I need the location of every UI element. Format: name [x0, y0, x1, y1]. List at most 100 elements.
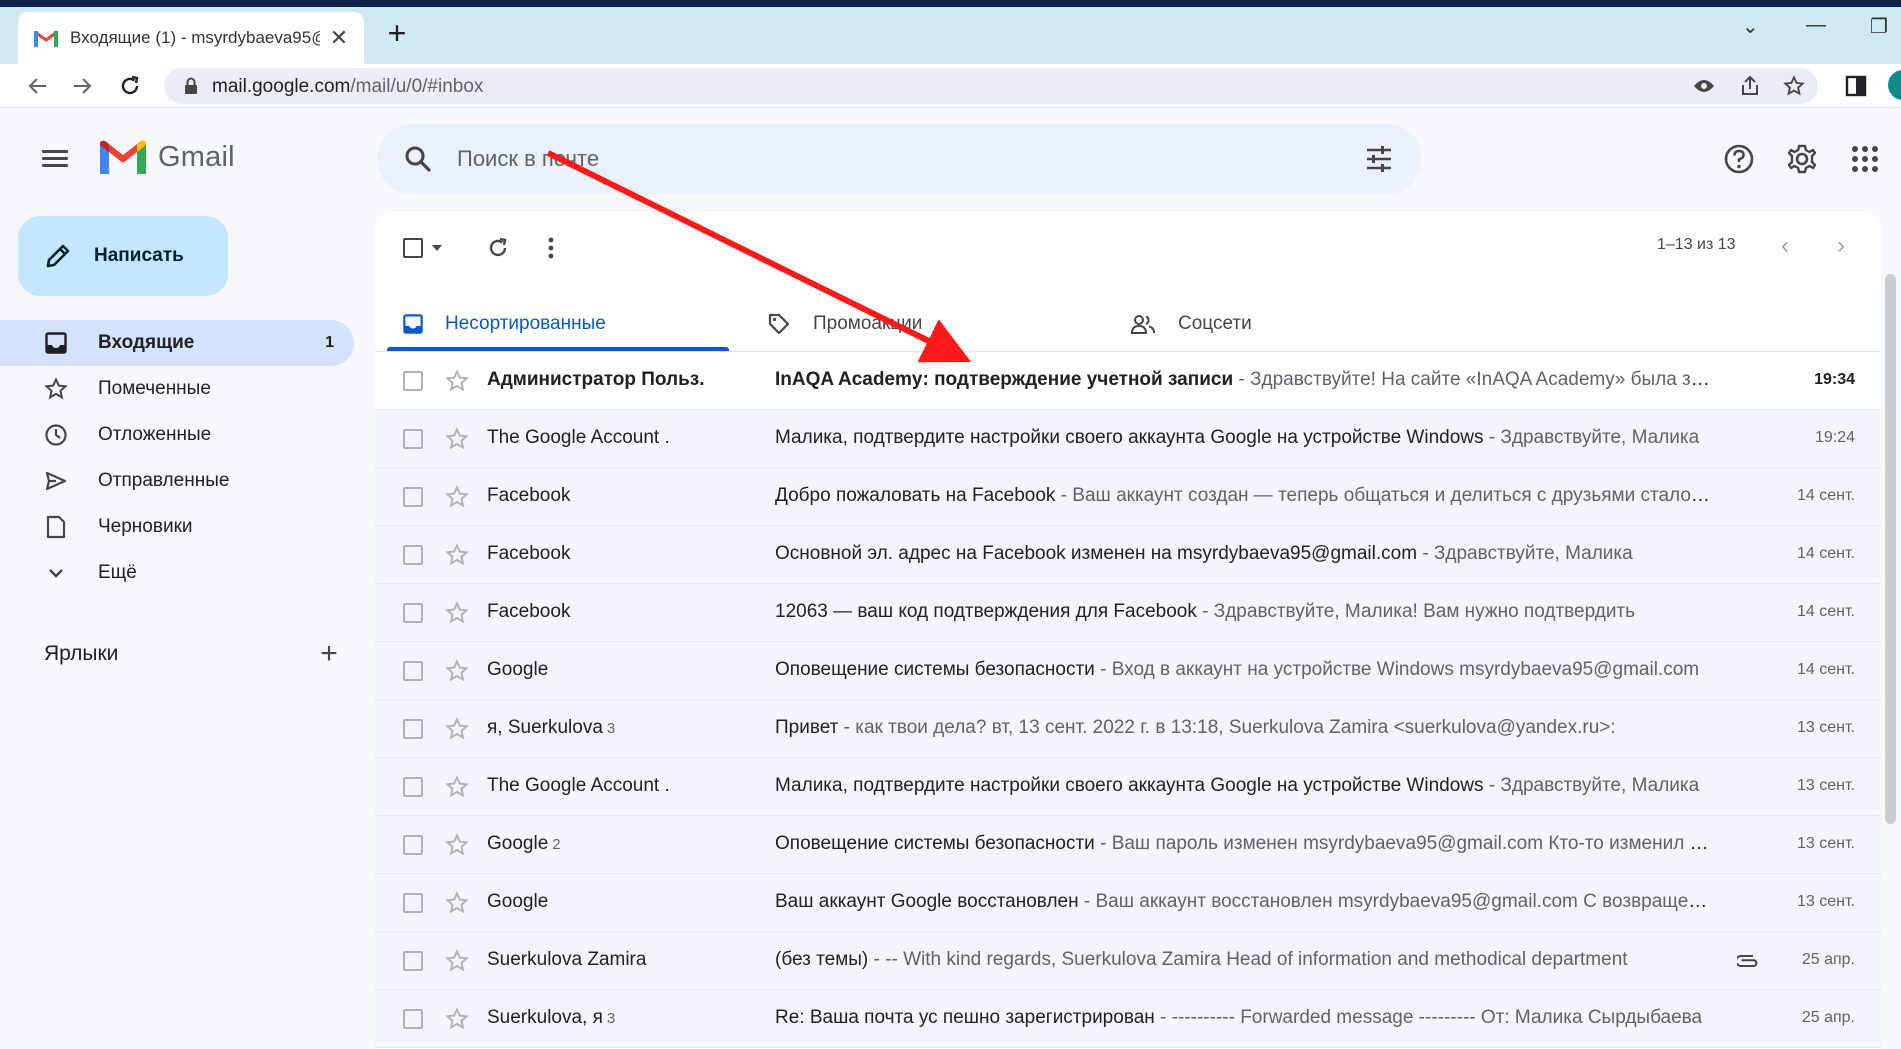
search-icon[interactable]: [403, 144, 433, 174]
search-input[interactable]: [457, 138, 1257, 180]
side-panel-icon[interactable]: [1844, 74, 1868, 98]
sidebar-item-label: Ещё: [98, 562, 137, 583]
star-icon[interactable]: [445, 891, 469, 915]
star-icon[interactable]: [445, 833, 469, 857]
row-checkbox[interactable]: [403, 835, 423, 855]
chevron-down-icon: [44, 561, 68, 585]
help-icon[interactable]: [1722, 142, 1756, 176]
sidebar-item-snoozed[interactable]: Отложенные: [0, 412, 354, 458]
next-page-button[interactable]: ›: [1829, 232, 1853, 260]
select-all-checkbox[interactable]: [403, 212, 443, 284]
sidebar-item-starred[interactable]: Помеченные: [0, 366, 354, 412]
send-icon: [44, 469, 68, 493]
message-row[interactable]: Facebook Добро пожаловать на Facebook - В…: [375, 468, 1881, 526]
star-icon[interactable]: [445, 1007, 469, 1031]
forward-arrow-icon: [74, 78, 92, 94]
add-label-button[interactable]: +: [314, 639, 344, 669]
sidebar-item-more[interactable]: Ещё: [0, 550, 354, 596]
previous-page-button[interactable]: ‹: [1773, 232, 1797, 260]
message-row[interactable]: Facebook 12063 — ваш код подтверждения дл…: [375, 584, 1881, 642]
row-checkbox[interactable]: [403, 661, 423, 681]
eye-icon[interactable]: [1692, 74, 1716, 98]
row-checkbox[interactable]: [403, 545, 423, 565]
inbox-icon: [403, 314, 423, 334]
star-icon[interactable]: [445, 427, 469, 451]
forward-button[interactable]: [64, 68, 100, 104]
settings-gear-icon[interactable]: [1785, 142, 1819, 176]
compose-button[interactable]: Написать: [18, 216, 228, 296]
star-icon[interactable]: [445, 775, 469, 799]
scrollbar[interactable]: [1885, 274, 1896, 824]
message-row[interactable]: Google 2 Оповещение системы безопасности -…: [375, 816, 1881, 874]
message-snippet: Добро пожаловать на Facebook - Ваш аккау…: [775, 485, 1715, 507]
message-row[interactable]: Facebook Основной эл. адрес на Facebook и…: [375, 526, 1881, 584]
bookmark-star-icon[interactable]: [1782, 74, 1806, 98]
message-sender: Suerkulova Zamira: [487, 949, 737, 971]
message-row[interactable]: я, Suerkulova 3 Привет - как твои дела? вт…: [375, 700, 1881, 758]
message-row[interactable]: Suerkulova Zamira (без темы) - -- With ki…: [375, 932, 1881, 990]
search-bar: [377, 124, 1422, 194]
more-actions-button[interactable]: [547, 212, 555, 284]
message-sender: The Google Account .: [487, 427, 737, 449]
message-row[interactable]: The Google Account . Малика, подтвердите …: [375, 758, 1881, 816]
inbox-icon: [44, 331, 68, 355]
message-sender: Google: [487, 659, 737, 681]
share-icon[interactable]: [1738, 74, 1762, 98]
refresh-button[interactable]: [487, 212, 509, 284]
tab-search-icon[interactable]: ⌄: [1742, 14, 1759, 39]
message-sender: Администратор Польз.: [487, 369, 737, 391]
apps-grid-icon[interactable]: [1848, 142, 1882, 176]
message-row[interactable]: Администратор Польз. InAQA Academy: подтв…: [375, 352, 1881, 410]
row-checkbox[interactable]: [403, 603, 423, 623]
reload-button[interactable]: [112, 68, 148, 104]
clock-icon: [44, 423, 68, 447]
sender-name: Google: [487, 659, 549, 680]
main-menu-icon[interactable]: [42, 146, 72, 170]
profile-avatar[interactable]: [1888, 70, 1901, 100]
sidebar-item-label: Отложенные: [98, 424, 212, 445]
sidebar-item-drafts[interactable]: Черновики: [0, 504, 354, 550]
star-icon[interactable]: [445, 543, 469, 567]
row-checkbox[interactable]: [403, 429, 423, 449]
minimize-button[interactable]: —: [1806, 14, 1826, 37]
sender-name: я, Suerkulova: [487, 717, 603, 738]
message-snippet: Малика, подтвердите настройки своего акк…: [775, 775, 1715, 797]
row-checkbox[interactable]: [403, 893, 423, 913]
browser-tab[interactable]: Входящие (1) - msyrdybaeva95@gmail.com ✕: [18, 12, 364, 64]
row-checkbox[interactable]: [403, 487, 423, 507]
sidebar-item-inbox[interactable]: Входящие 1: [0, 320, 354, 366]
tab-social[interactable]: Соцсети: [1130, 296, 1252, 352]
row-checkbox[interactable]: [403, 1009, 423, 1029]
message-row[interactable]: The Google Account . Малика, подтвердите …: [375, 410, 1881, 468]
row-checkbox[interactable]: [403, 951, 423, 971]
tab-primary[interactable]: Несортированные: [403, 296, 606, 352]
star-icon[interactable]: [445, 369, 469, 393]
message-sender: Facebook: [487, 543, 737, 565]
row-checkbox[interactable]: [403, 777, 423, 797]
star-icon[interactable]: [445, 949, 469, 973]
row-checkbox[interactable]: [403, 719, 423, 739]
address-bar[interactable]: mail.google.com/mail/u/0/#inbox: [164, 68, 1818, 104]
row-checkbox[interactable]: [403, 371, 423, 391]
new-tab-button[interactable]: +: [382, 17, 412, 49]
draft-icon: [44, 515, 68, 539]
star-icon[interactable]: [445, 717, 469, 741]
star-icon[interactable]: [445, 601, 469, 625]
message-snippet: Привет - как твои дела? вт, 13 сент. 202…: [775, 717, 1715, 739]
search-options-icon[interactable]: [1365, 146, 1393, 172]
back-button[interactable]: [20, 68, 56, 104]
message-row[interactable]: Suerkulova, я 3 Re: Ваша почта ус пешно за…: [375, 990, 1881, 1048]
maximize-button[interactable]: ❐: [1870, 14, 1888, 39]
message-preview: - Ваш аккаунт создан — теперь общаться и…: [1055, 485, 1715, 506]
tab-close-icon[interactable]: ✕: [328, 27, 350, 49]
sidebar-item-sent[interactable]: Отправленные: [0, 458, 354, 504]
star-icon[interactable]: [445, 659, 469, 683]
message-subject: Оповещение системы безопасности: [775, 659, 1095, 680]
message-row[interactable]: Google Оповещение системы безопасности - …: [375, 642, 1881, 700]
star-icon[interactable]: [445, 485, 469, 509]
message-row[interactable]: Google Ваш аккаунт Google восстановлен - …: [375, 874, 1881, 932]
thread-count: 2: [552, 836, 561, 853]
gmail-logo[interactable]: Gmail: [100, 140, 235, 174]
message-preview: - Здравствуйте, Малика! Вам нужно подтве…: [1196, 601, 1636, 622]
tab-promotions[interactable]: Промоакции: [767, 296, 922, 352]
